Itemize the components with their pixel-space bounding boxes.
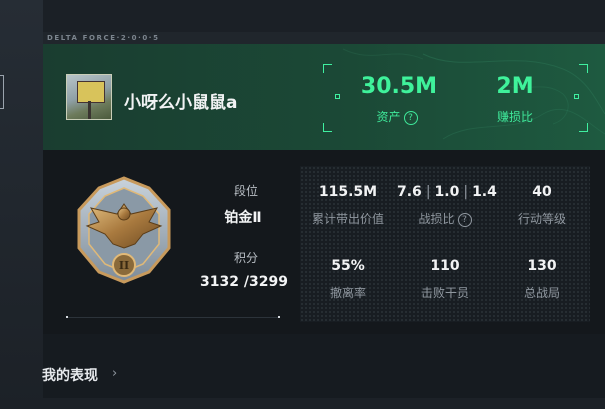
rank-tier-value: 铂金Ⅱ (224, 210, 262, 226)
kd-label-text: 战损比 (418, 212, 455, 226)
stat-value-extracted-value: 115.5M (318, 184, 378, 200)
stat-value-total-matches: 130 (527, 258, 557, 274)
divider-dot-right (278, 316, 280, 318)
rank-badge-numeral: II (119, 259, 129, 272)
username: 小呀么小鼠鼠a (124, 93, 238, 113)
stat-label-extract-rate: 撤离率 (329, 286, 366, 300)
rank-points-label: 积分 (233, 251, 258, 265)
brand-label: DELTA FORCE·2·0·0·5 (47, 34, 160, 42)
stat-value-action-level: 40 (532, 184, 552, 200)
kd-value-2: 1.0 (434, 184, 460, 200)
bottom-band (43, 398, 605, 409)
sidebar-edge-marker (0, 75, 4, 109)
frame-dot-left (335, 94, 340, 99)
top-bar (43, 0, 605, 32)
stat-label-kd: 战损比? (397, 210, 493, 227)
stat-value-extract-rate: 55% (331, 258, 365, 274)
frame-corner-bottom-left (323, 123, 332, 132)
section-title-my-performance[interactable]: 我的表现 (42, 365, 98, 385)
left-sidebar-strip (0, 0, 43, 409)
help-icon[interactable]: ? (403, 110, 418, 125)
kd-separator: | (425, 184, 431, 200)
avatar-post-graphic (88, 101, 91, 119)
stats-grid: 115.5M 累计带出价值 7.6 | 1.0 | 1.4 战损比? 40 行动等级 5… (300, 166, 590, 322)
frame-corner-top-left (323, 64, 332, 73)
ratio-value: 2M (496, 74, 534, 99)
chevron-right-icon[interactable]: › (112, 366, 117, 381)
avatar-sign-graphic (77, 81, 105, 103)
kd-value-1: 7.6 (397, 184, 422, 200)
ratio-label: 赚损比 (496, 110, 533, 124)
rank-badge-icon: II (77, 176, 171, 284)
stat-label-action-level: 行动等级 (517, 212, 566, 226)
stat-value-operators-defeated: 110 (430, 258, 460, 274)
profile-header: 小呀么小鼠鼠a 30.5M 资产? 2M 赚损比 (43, 44, 605, 150)
rank-tier-label: 段位 (233, 184, 258, 198)
stat-value-kd: 7.6 | 1.0 | 1.4 (397, 184, 497, 200)
assets-value: 30.5M (360, 74, 438, 99)
help-icon[interactable]: ? (457, 212, 472, 227)
assets-label-text: 资产 (376, 110, 401, 124)
divider-dot-left (66, 316, 68, 318)
rank-points-value: 3132 /3299 (200, 274, 288, 290)
avatar[interactable] (66, 74, 112, 120)
stat-label-extracted-value: 累计带出价值 (311, 212, 384, 226)
rank-divider (66, 317, 280, 318)
card-top-edge: DELTA FORCE·2·0·0·5 (43, 32, 605, 44)
profile-card: DELTA FORCE·2·0·0·5 小呀么小鼠鼠a 30.5M 资产? 2M… (43, 32, 605, 334)
assets-label: 资产? (342, 108, 452, 125)
kd-separator: | (463, 184, 469, 200)
frame-dot-right (574, 94, 579, 99)
frame-corner-top-right (579, 64, 588, 73)
stat-label-operators-defeated: 击败干员 (420, 286, 469, 300)
stat-label-total-matches: 总战局 (523, 286, 560, 300)
frame-corner-bottom-right (579, 123, 588, 132)
